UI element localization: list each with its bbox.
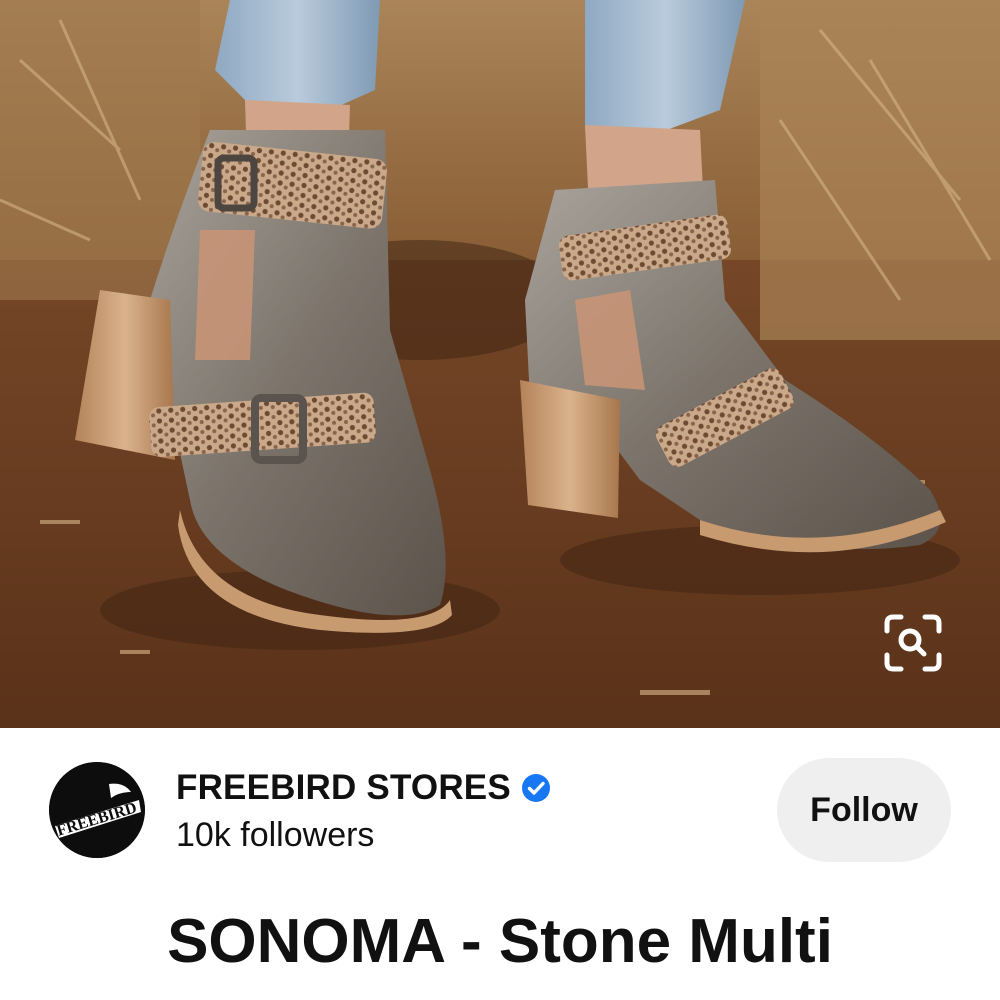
verified-badge-icon	[521, 774, 550, 802]
visual-search-button[interactable]	[862, 592, 964, 694]
follower-count: 10k followers	[176, 816, 375, 854]
creator-name-row[interactable]: FREEBIRD STORES	[176, 768, 551, 808]
pin-details: FREEBIRD FREEBIRD STORES 10k followers F…	[0, 728, 1000, 1000]
creator-name[interactable]: FREEBIRD STORES	[176, 768, 511, 808]
boots-photo	[0, 0, 1000, 728]
visual-search-icon	[884, 614, 942, 672]
freebird-logo: FREEBIRD	[49, 762, 145, 858]
pin-image[interactable]	[0, 0, 1000, 728]
creator-avatar[interactable]: FREEBIRD	[49, 762, 145, 858]
follow-button[interactable]: Follow	[777, 758, 951, 862]
pin-title: SONOMA - Stone Multi	[167, 907, 833, 976]
